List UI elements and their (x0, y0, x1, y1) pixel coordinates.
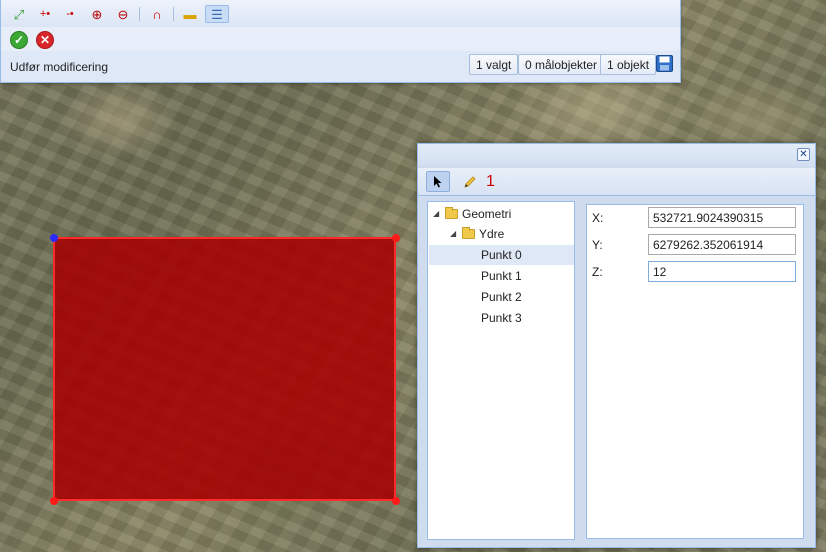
toolbar-separator (139, 7, 140, 21)
object-count-button[interactable]: 1 objekt (600, 54, 657, 75)
polygon-vertex[interactable] (392, 234, 400, 242)
geometry-tree: ◢ Geometri ◢ Ydre Punkt 0 Punkt 1 Punkt … (427, 201, 575, 540)
snap-magnet-icon[interactable]: ∩ (147, 5, 167, 23)
confirm-button[interactable]: ✓ (10, 31, 28, 49)
remove-vertex-icon[interactable]: -• (60, 5, 80, 23)
add-vertex-icon[interactable]: +• (35, 5, 55, 23)
action-row: ✓ ✕ (1, 27, 680, 52)
x-coordinate-input[interactable] (648, 207, 796, 228)
remove-polygon-vertex-icon[interactable]: ⊖ (113, 5, 133, 23)
vertex-properties-panel: X: Y: Z: (586, 204, 804, 539)
edit-count: 1 (486, 173, 495, 190)
z-label: Z: (592, 265, 603, 279)
y-coordinate-input[interactable] (648, 234, 796, 255)
z-coordinate-input[interactable] (648, 261, 796, 282)
measure-ruler-icon[interactable]: ▬ (180, 5, 200, 23)
tree-node-label: Ydre (479, 227, 505, 241)
add-polygon-vertex-icon[interactable]: ⊕ (87, 5, 107, 23)
edit-toolbar-panel: ⤢ +• -• ⊕ ⊖ ∩ ▬ ☰ ✓ ✕ Udfør modificering… (0, 0, 681, 83)
dialog-toolbar: 1 (418, 168, 815, 196)
expand-toggle-icon[interactable]: ◢ (433, 204, 443, 224)
select-tool-button[interactable] (426, 171, 450, 192)
tool-row: ⤢ +• -• ⊕ ⊖ ∩ ▬ ☰ (1, 0, 680, 28)
expand-toggle-icon[interactable]: ◢ (450, 224, 460, 244)
polygon-vertex[interactable] (392, 497, 400, 505)
cursor-arrow-icon (434, 176, 442, 188)
dialog-header: ✕ (418, 144, 815, 166)
x-label: X: (592, 211, 604, 225)
tree-node-geometri[interactable]: ◢ Geometri (433, 204, 511, 224)
tree-item-punkt-2[interactable]: Punkt 2 (429, 287, 574, 307)
folder-icon (445, 207, 458, 219)
selected-count-button[interactable]: 1 valgt (469, 54, 519, 75)
vertex-edit-dialog: ✕ 1 ◢ Geometri ◢ Ydre Punkt 0 Punkt 1 Pu… (417, 143, 816, 548)
toolbar-separator (173, 7, 174, 21)
target-objects-button[interactable]: 0 målobjekter (518, 54, 605, 75)
save-floppy-icon[interactable] (656, 55, 673, 75)
tree-item-punkt-0[interactable]: Punkt 0 (429, 245, 574, 265)
close-icon[interactable]: ✕ (797, 148, 810, 161)
tree-item-punkt-3[interactable]: Punkt 3 (429, 308, 574, 328)
attribute-table-icon[interactable]: ☰ (205, 5, 229, 23)
cancel-button[interactable]: ✕ (36, 31, 54, 49)
folder-icon (462, 227, 475, 239)
pencil-icon (464, 175, 476, 188)
selected-polygon[interactable] (53, 237, 396, 501)
polygon-vertex[interactable] (50, 497, 58, 505)
tree-node-label: Geometri (462, 207, 512, 221)
status-label: Udfør modificering (10, 60, 109, 74)
edit-tool-button[interactable] (460, 171, 480, 192)
y-label: Y: (592, 238, 603, 252)
zoom-extent-icon[interactable]: ⤢ (9, 5, 29, 23)
tree-item-punkt-1[interactable]: Punkt 1 (429, 266, 574, 286)
tree-node-ydre[interactable]: ◢ Ydre (450, 224, 504, 244)
polygon-vertex-selected[interactable] (50, 234, 58, 242)
status-row: Udfør modificering 1 valgt 0 målobjekter… (1, 51, 680, 82)
